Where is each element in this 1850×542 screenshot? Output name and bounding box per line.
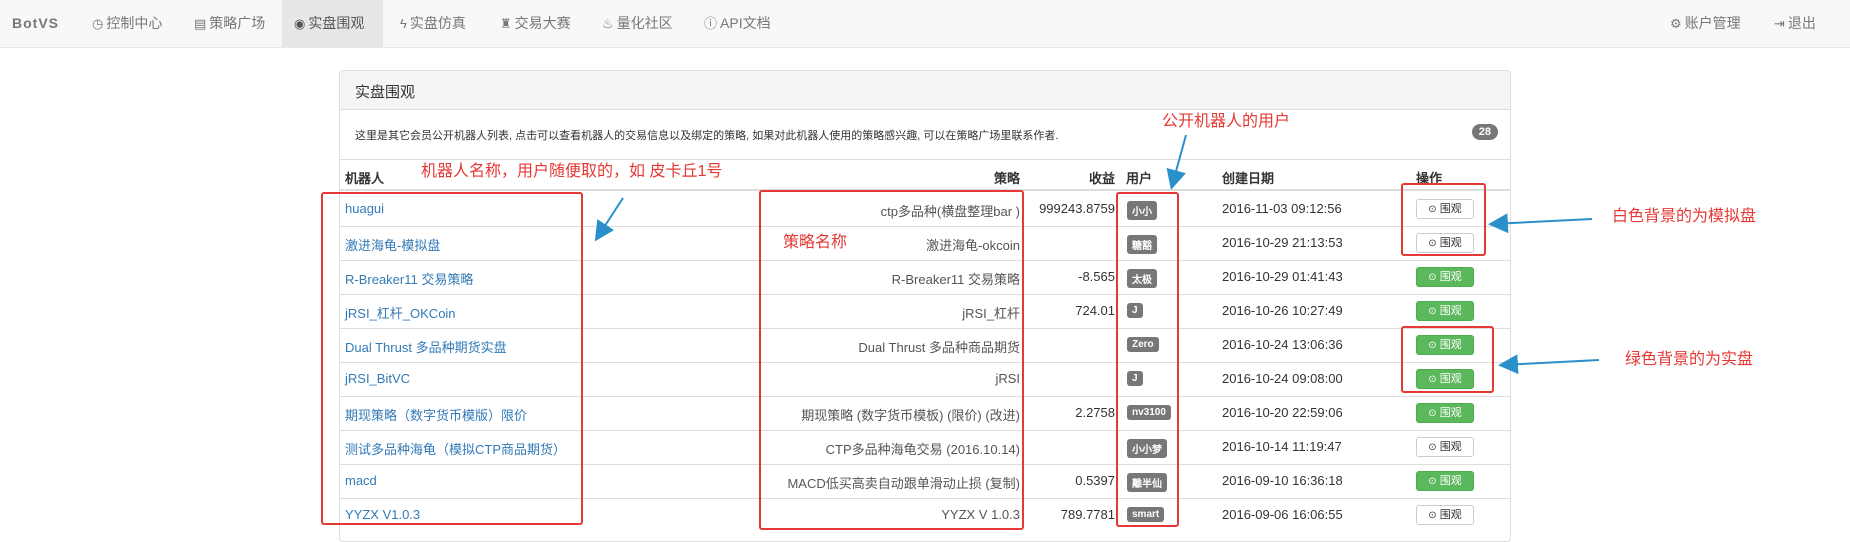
eye-icon: ⊙ [1428,476,1437,487]
created-date: 2016-10-14 11:19:47 [1222,439,1342,454]
brand-logo[interactable]: BotVS [12,15,59,31]
watch-button-label: 围观 [1439,407,1462,419]
eye-icon: ⊙ [1428,408,1437,419]
robot-count-badge: 28 [1471,124,1498,140]
created-date: 2016-09-10 16:36:18 [1222,473,1343,488]
profit-value: 724.01 [1075,303,1115,318]
watch-button[interactable]: ⊙ 围观 [1416,505,1474,525]
created-date: 2016-10-26 10:27:49 [1222,303,1343,318]
arrow-real [1498,354,1600,375]
eye-icon: ⊙ [1428,442,1437,453]
col-header-profit: 收益 [1088,171,1115,186]
nav-label: 退出 [1787,15,1816,31]
watch-button[interactable]: ⊙ 围观 [1416,471,1474,491]
created-date: 2016-10-24 09:08:00 [1222,371,1343,386]
annotation-green-bg: 绿色背景的为实盘 [1625,351,1754,368]
nav-item-account[interactable]: ⚙ 账户管理 [1658,0,1753,47]
nav-item-live-watch[interactable]: ◉ 实盘围观 [282,0,383,47]
profit-value: 999243.8759 [1039,201,1115,216]
nav-label: 实盘仿真 [409,15,466,31]
created-date: 2016-10-24 13:06:36 [1222,337,1343,352]
nav-label: 量化社区 [616,15,673,31]
watch-button[interactable]: ⊙ 围观 [1416,267,1474,287]
profit-value: -8.565 [1078,269,1115,284]
watch-button[interactable]: ⊙ 围观 [1416,437,1474,457]
panel-title: 实盘围观 [355,84,416,101]
nav-label: 账户管理 [1684,15,1741,31]
profit-value: 2.2758 [1075,405,1115,420]
col-header-user: 用户 [1126,171,1153,186]
top-navbar: BotVS ◷ 控制中心 ▤ 策略广场 ◉ 实盘围观 ϟ 实盘仿真 ♜ 交易大赛 ♨ 量化社… [0,0,1850,48]
annotation-box-real [1401,326,1494,393]
eye-icon: ⊙ [1428,272,1437,283]
nav-item-strategy-square[interactable]: ▤ 策略广场 [182,0,277,47]
nav-item-simulation[interactable]: ϟ 实盘仿真 [388,0,478,47]
nav-label: 实盘围观 [308,15,365,31]
created-date: 2016-10-29 01:41:43 [1222,269,1343,284]
annotation-strategy-name: 策略名称 [783,234,848,251]
nav-item-community[interactable]: ♨ 量化社区 [590,0,685,47]
nav-item-dashboard[interactable]: ◷ 控制中心 [80,0,174,47]
annotation-robot-name: 机器人名称，用户随便取的，如 皮卡丘1号 [421,163,723,180]
eye-icon: ◉ [294,16,306,31]
eye-icon: ⊙ [1428,306,1437,317]
eye-icon: ⊙ [1428,510,1437,521]
col-header-date: 创建日期 [1222,171,1275,186]
gear-icon: ⚙ [1670,16,1682,31]
watch-button-label: 围观 [1439,509,1462,521]
col-header-robot: 机器人 [345,171,385,186]
annotation-box-robot-names [321,192,583,525]
created-date: 2016-10-20 22:59:06 [1222,405,1343,420]
watch-button[interactable]: ⊙ 围观 [1416,403,1474,423]
store-icon: ▤ [194,16,207,31]
nav-item-api-docs[interactable]: ⓘ API文档 [692,0,783,47]
logout-icon: ⇥ [1774,16,1785,31]
profit-value: 0.5397 [1075,473,1115,488]
nav-label: API文档 [720,15,771,31]
col-header-strategy: 策略 [993,171,1020,186]
trophy-icon: ♜ [500,16,512,31]
watch-button-label: 围观 [1439,305,1462,317]
nav-item-logout[interactable]: ⇥ 退出 [1762,0,1828,47]
dashboard-icon: ◷ [92,16,104,31]
created-date: 2016-10-29 21:13:53 [1222,235,1343,250]
created-date: 2016-11-03 09:12:56 [1222,201,1342,216]
watch-button-label: 围观 [1439,441,1462,453]
info-icon: ⓘ [704,16,718,31]
created-date: 2016-09-06 16:06:55 [1222,507,1343,522]
bolt-icon: ϟ [400,16,407,31]
annotation-box-users [1116,192,1179,527]
nav-label: 策略广场 [209,15,266,31]
nav-item-competition[interactable]: ♜ 交易大赛 [488,0,583,47]
annotation-public-user: 公开机器人的用户 [1162,113,1291,130]
panel-heading [340,71,1510,110]
annotation-white-bg: 白色背景的为模拟盘 [1612,208,1757,225]
annotation-box-simulated [1401,183,1486,256]
nav-label: 交易大赛 [514,15,571,31]
panel-description: 这里是其它会员公开机器人列表, 点击可以查看机器人的交易信息以及绑定的策略, 如… [355,130,1059,142]
watch-button[interactable]: ⊙ 围观 [1416,301,1474,321]
fire-icon: ♨ [602,16,614,31]
watch-button-label: 围观 [1439,271,1462,283]
profit-value: 789.7781 [1060,507,1115,522]
nav-label: 控制中心 [106,15,163,31]
watch-button-label: 围观 [1439,475,1462,487]
